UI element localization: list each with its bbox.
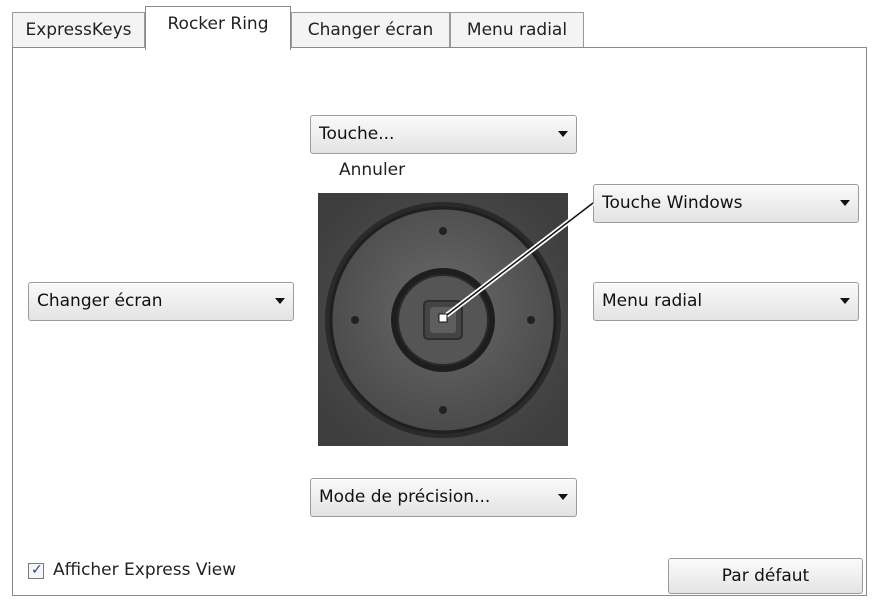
connector-line [438,201,595,323]
tab-rocker-ring[interactable]: Rocker Ring [145,6,291,50]
check-icon: ✓ [31,562,43,578]
express-view-checkbox[interactable]: ✓ [28,562,44,579]
express-view-label: Afficher Express View [53,560,237,580]
default-button[interactable]: Par défaut [668,558,863,594]
